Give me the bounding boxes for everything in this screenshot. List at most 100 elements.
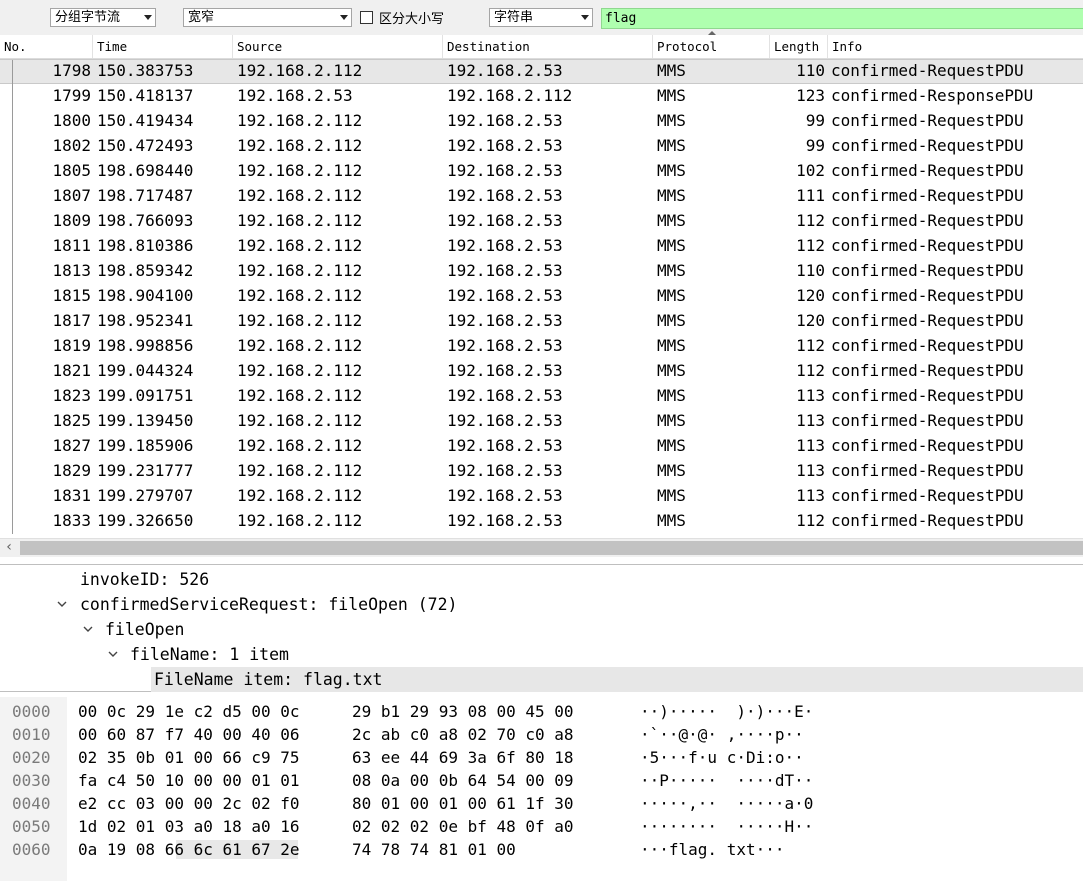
packet-cell-time: 198.810386 [97, 236, 194, 255]
packet-cell-time: 198.859342 [97, 261, 194, 280]
hex-bytes-first-half: 02 35 0b 01 00 66 c9 75 [78, 748, 300, 767]
packet-cell-dst: 192.168.2.53 [447, 261, 563, 280]
hex-offset: 0030 [12, 771, 51, 790]
packet-cell-proto: MMS [657, 261, 686, 280]
packet-cell-time: 199.091751 [97, 386, 194, 405]
related-packet-marker [12, 259, 13, 284]
packet-row[interactable]: 1813 198.859342 192.168.2.112 192.168.2.53 M… [0, 259, 1083, 284]
packet-row[interactable]: 1825 199.139450 192.168.2.112 192.168.2.53 M… [0, 409, 1083, 434]
packet-row[interactable]: 1805 198.698440 192.168.2.112 192.168.2.53 M… [0, 159, 1083, 184]
column-header-protocol[interactable]: Protocol [653, 35, 770, 58]
packet-cell-len: 99 [805, 136, 825, 155]
packet-cell-dst: 192.168.2.53 [447, 386, 563, 405]
related-packet-marker [12, 284, 13, 309]
packet-cell-no: 1815 [52, 286, 91, 305]
packet-list-horizontal-scrollbar[interactable]: ‹ [0, 538, 1083, 557]
hex-bytes-second-half: 80 01 00 01 00 61 1f 30 [352, 794, 574, 813]
packet-row[interactable]: 1811 198.810386 192.168.2.112 192.168.2.53 M… [0, 234, 1083, 259]
packet-row[interactable]: 1800 150.419434 192.168.2.112 192.168.2.53 M… [0, 109, 1083, 134]
packet-cell-len: 113 [796, 461, 825, 480]
tree-item-file-name-item[interactable]: FileName item: flag.txt [151, 667, 1083, 692]
hex-bytes-second-half: 29 b1 29 93 08 00 45 00 [352, 702, 574, 721]
search-in-dropdown[interactable]: 分组字节流 [50, 8, 156, 27]
column-header-source[interactable]: Source [233, 35, 443, 58]
packet-cell-info: confirmed-RequestPDU [831, 236, 1024, 255]
scroll-left-icon[interactable]: ‹ [0, 539, 18, 557]
packet-row[interactable]: 1798 150.383753 192.168.2.112 192.168.2.53 M… [0, 59, 1083, 85]
case-sensitive-toggle[interactable]: 区分大小写 [360, 8, 444, 27]
hex-ascii: ··P····· ····dT·· [640, 771, 814, 790]
search-type-dropdown[interactable]: 字符串 [489, 8, 593, 27]
chevron-down-icon[interactable] [108, 649, 118, 659]
packet-cell-info: confirmed-RequestPDU [831, 486, 1024, 505]
char-width-dropdown[interactable]: 宽窄 [183, 8, 352, 27]
packet-row[interactable]: 1799 150.418137 192.168.2.53 192.168.2.112 M… [0, 84, 1083, 109]
tree-item-file-open[interactable]: fileOpen [105, 617, 184, 642]
scrollbar-thumb[interactable] [20, 541, 1083, 555]
chevron-down-icon[interactable] [83, 624, 93, 634]
hex-ascii: ·····,·· ·····a·0 [640, 794, 814, 813]
hex-bytes-second-half: 74 78 74 81 01 00 [352, 840, 516, 859]
search-input[interactable]: flag [601, 8, 1083, 29]
packet-cell-src: 192.168.2.112 [237, 236, 363, 255]
packet-cell-len: 113 [796, 486, 825, 505]
column-header-length[interactable]: Length [770, 35, 828, 58]
hex-row[interactable]: 0020 02 35 0b 01 00 66 c9 75 63 ee 44 69 3… [0, 746, 1083, 769]
packet-row[interactable]: 1833 199.326650 192.168.2.112 192.168.2.53 M… [0, 509, 1083, 534]
packet-row[interactable]: 1815 198.904100 192.168.2.112 192.168.2.53 M… [0, 284, 1083, 309]
related-packet-marker [12, 434, 13, 459]
packet-cell-info: confirmed-RequestPDU [831, 111, 1024, 130]
hex-row[interactable]: 0030 fa c4 50 10 00 00 01 01 08 0a 00 0b 6… [0, 769, 1083, 792]
hex-row[interactable]: 0050 1d 02 01 03 a0 18 a0 16 02 02 02 0e b… [0, 815, 1083, 838]
packet-row[interactable]: 1802 150.472493 192.168.2.112 192.168.2.53 M… [0, 134, 1083, 159]
packet-cell-proto: MMS [657, 361, 686, 380]
tree-item-confirmed-service-request[interactable]: confirmedServiceRequest: fileOpen (72) [80, 592, 458, 617]
packet-row[interactable]: 1821 199.044324 192.168.2.112 192.168.2.53 M… [0, 359, 1083, 384]
packet-cell-time: 199.231777 [97, 461, 194, 480]
char-width-value: 宽窄 [188, 10, 215, 25]
packet-cell-time: 199.185906 [97, 436, 194, 455]
search-input-value: flag [605, 11, 637, 26]
case-sensitive-checkbox[interactable] [360, 11, 373, 24]
packet-cell-proto: MMS [657, 311, 686, 330]
column-header-info[interactable]: Info [828, 35, 1083, 58]
hex-row[interactable]: 0040 e2 cc 03 00 00 2c 02 f0 80 01 00 01 0… [0, 792, 1083, 815]
packet-row[interactable]: 1817 198.952341 192.168.2.112 192.168.2.53 M… [0, 309, 1083, 334]
packet-row[interactable]: 1827 199.185906 192.168.2.112 192.168.2.53 M… [0, 434, 1083, 459]
packet-cell-time: 150.383753 [97, 61, 194, 80]
packet-cell-info: confirmed-RequestPDU [831, 286, 1024, 305]
packet-cell-info: confirmed-RequestPDU [831, 461, 1024, 480]
hex-ascii: ···flag. txt··· [640, 840, 785, 859]
chevron-down-icon[interactable] [57, 599, 67, 609]
packet-cell-info: confirmed-RequestPDU [831, 411, 1024, 430]
packet-cell-src: 192.168.2.112 [237, 386, 363, 405]
tree-item-file-name[interactable]: fileName: 1 item [130, 642, 289, 667]
packet-cell-proto: MMS [657, 386, 686, 405]
packet-cell-src: 192.168.2.112 [237, 486, 363, 505]
packet-cell-time: 198.952341 [97, 311, 194, 330]
tree-item-label: confirmedServiceRequest: fileOpen (72) [80, 595, 458, 614]
packet-cell-proto: MMS [657, 61, 686, 80]
packet-row[interactable]: 1807 198.717487 192.168.2.112 192.168.2.53 M… [0, 184, 1083, 209]
packet-row[interactable]: 1809 198.766093 192.168.2.112 192.168.2.53 M… [0, 209, 1083, 234]
hex-row[interactable]: 0060 0a 19 08 66 6c 61 67 2e 74 78 74 81 0… [0, 838, 1083, 861]
column-header-time[interactable]: Time [93, 35, 233, 58]
packet-row[interactable]: 1823 199.091751 192.168.2.112 192.168.2.53 M… [0, 384, 1083, 409]
packet-row[interactable]: 1819 198.998856 192.168.2.112 192.168.2.53 M… [0, 334, 1083, 359]
packet-cell-dst: 192.168.2.53 [447, 186, 563, 205]
hex-offset: 0010 [12, 725, 51, 744]
packet-cell-dst: 192.168.2.53 [447, 61, 563, 80]
packet-cell-time: 150.472493 [97, 136, 194, 155]
tree-item-label: fileName: 1 item [130, 645, 289, 664]
hex-row[interactable]: 0000 00 0c 29 1e c2 d5 00 0c 29 b1 29 93 0… [0, 700, 1083, 723]
column-header-no[interactable]: No. [0, 35, 93, 58]
packet-row[interactable]: 1829 199.231777 192.168.2.112 192.168.2.53 M… [0, 459, 1083, 484]
packet-cell-time: 198.904100 [97, 286, 194, 305]
tree-item-invoke-id[interactable]: invokeID: 526 [80, 567, 209, 592]
packet-cell-no: 1813 [52, 261, 91, 280]
column-header-destination[interactable]: Destination [443, 35, 653, 58]
packet-row[interactable]: 1831 199.279707 192.168.2.112 192.168.2.53 M… [0, 484, 1083, 509]
hex-row[interactable]: 0010 00 60 87 f7 40 00 40 06 2c ab c0 a8 0… [0, 723, 1083, 746]
packet-cell-dst: 192.168.2.53 [447, 211, 563, 230]
packet-cell-len: 120 [796, 286, 825, 305]
